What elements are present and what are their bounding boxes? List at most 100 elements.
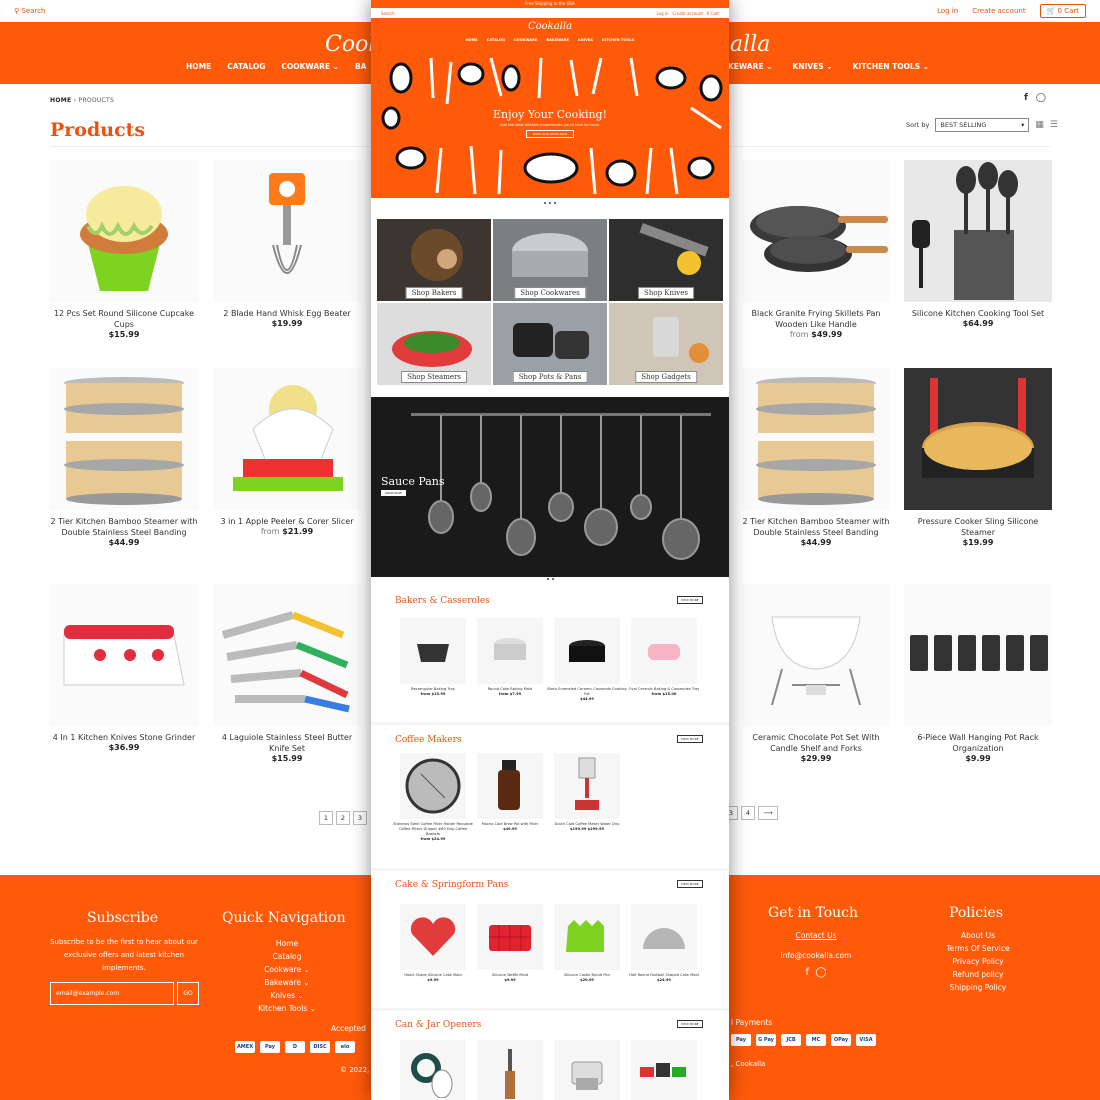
nav-catalog[interactable]: CATALOG <box>227 62 265 71</box>
featured-product[interactable]: Heart Shape Silicone Cake Mold $9.99 <box>393 904 473 982</box>
product-card[interactable]: 4 Laguiole Stainless Steel Butter Knife … <box>213 584 361 763</box>
footer-link-about[interactable]: About Us <box>928 929 1028 942</box>
tile-bakers[interactable]: Shop Bakers <box>377 219 491 301</box>
product-image[interactable] <box>631 904 697 970</box>
featured-product[interactable]: Black Enameled Ceramic Casserole Cooking… <box>547 618 627 701</box>
center-create-link[interactable]: Create account <box>672 11 703 16</box>
product-card[interactable]: 2 Blade Hand Whisk Egg Beater $19.99 <box>213 160 361 328</box>
product-image[interactable] <box>213 584 361 726</box>
product-image[interactable] <box>742 160 890 302</box>
featured-product[interactable]: Dutch Cold Coffee Maker Water Drip $199.9… <box>547 753 627 831</box>
nav-home[interactable]: HOME <box>186 62 211 71</box>
page-link[interactable]: 2 <box>336 811 350 825</box>
footer-link-privacy[interactable]: Privacy Policy <box>928 955 1028 968</box>
product-image[interactable] <box>631 1040 697 1100</box>
product-name[interactable]: 3 in 1 Apple Peeler & Corer Slicer <box>213 516 361 527</box>
grid-view-icon[interactable]: ▦ <box>1035 120 1044 130</box>
product-name[interactable]: 2 Blade Hand Whisk Egg Beater <box>213 308 361 319</box>
instagram-icon[interactable]: ◯ <box>815 967 826 978</box>
center-cart-link[interactable]: 0 Cart <box>707 11 719 16</box>
page-link[interactable]: 3 <box>353 811 367 825</box>
footer-link-shipping[interactable]: Shipping Policy <box>928 981 1028 994</box>
featured-product[interactable]: Mocha Cold Brew Pot with Filter $49.99 <box>470 753 550 831</box>
product-image[interactable] <box>477 904 543 970</box>
product-name[interactable]: Black Enameled Ceramic Casserole Cooking… <box>547 687 627 697</box>
footer-link-bakeware[interactable]: Bakeware ⌄ <box>236 976 338 989</box>
search-link[interactable]: ⚲ Search <box>14 7 45 15</box>
tile-steamers[interactable]: Shop Steamers <box>377 303 491 385</box>
footer-link-home[interactable]: Home <box>236 937 338 950</box>
view-more-button[interactable]: VIEW MORE <box>677 1020 703 1028</box>
product-card[interactable]: Silicone Kitchen Cooking Tool Set $64.99 <box>904 160 1052 328</box>
product-image[interactable] <box>477 1040 543 1100</box>
view-more-button[interactable]: VIEW MORE <box>677 596 703 604</box>
center-login-link[interactable]: Log in <box>657 11 669 16</box>
footer-link-catalog[interactable]: Catalog <box>236 950 338 963</box>
view-more-button[interactable]: VIEW MORE <box>677 880 703 888</box>
product-image[interactable] <box>50 160 198 302</box>
product-image[interactable] <box>400 618 466 684</box>
create-account-link[interactable]: Create account <box>972 7 1025 15</box>
nav-knives[interactable]: KNIVES ⌄ <box>792 62 832 71</box>
featured-product[interactable]: Oval Ceramic Baking & Casseroles Tray fro… <box>624 618 704 696</box>
product-image[interactable] <box>554 618 620 684</box>
sauce-pans-shop-button[interactable]: SHOP NOW <box>381 490 406 496</box>
product-name[interactable]: Silicone Kitchen Cooking Tool Set <box>904 308 1052 319</box>
product-name[interactable]: Black Granite Frying Skillets Pan Wooden… <box>742 308 890 330</box>
product-image[interactable] <box>400 904 466 970</box>
email-link[interactable]: info@cookalla.com <box>766 949 866 962</box>
product-image[interactable] <box>631 618 697 684</box>
product-name[interactable]: 4 Laguiole Stainless Steel Butter Knife … <box>213 732 361 754</box>
product-card[interactable]: 4 In 1 Kitchen Knives Stone Grinder $36.… <box>50 584 198 752</box>
cart-button[interactable]: 🛒 0 Cart <box>1039 4 1086 18</box>
product-card[interactable]: 3 in 1 Apple Peeler & Corer Slicer from … <box>213 368 361 536</box>
product-image[interactable] <box>904 160 1052 302</box>
product-image[interactable] <box>554 904 620 970</box>
product-image[interactable] <box>742 368 890 510</box>
product-card[interactable]: 2 Tier Kitchen Bamboo Steamer with Doubl… <box>50 368 198 547</box>
featured-product[interactable] <box>470 1040 550 1100</box>
footer-link-refund[interactable]: Refund policy <box>928 968 1028 981</box>
nav-bakeware-tail[interactable]: KEWARE ⌄ <box>728 62 772 71</box>
sauce-pans-banner[interactable]: Sauce Pans SHOP NOW <box>371 397 729 577</box>
footer-link-cookware[interactable]: Cookware ⌄ <box>236 963 338 976</box>
product-image[interactable] <box>477 753 543 819</box>
instagram-icon[interactable]: ◯ <box>1036 93 1046 103</box>
email-field[interactable]: email@example.com <box>50 982 174 1005</box>
product-image[interactable] <box>904 368 1052 510</box>
tile-gadgets[interactable]: Shop Gadgets <box>609 303 723 385</box>
footer-link-kitchen-tools[interactable]: Kitchen Tools ⌄ <box>236 1002 338 1015</box>
product-image[interactable] <box>904 584 1052 726</box>
product-card[interactable]: Black Granite Frying Skillets Pan Wooden… <box>742 160 890 339</box>
product-name[interactable]: Pressure Cooker Sling Silicone Steamer <box>904 516 1052 538</box>
next-page-arrow[interactable]: ⟶ <box>758 806 778 820</box>
tile-pots-pans[interactable]: Shop Pots & Pans <box>493 303 607 385</box>
featured-product[interactable] <box>624 1040 704 1100</box>
featured-product[interactable]: Round Cake Baking Mold from $7.99 <box>470 618 550 696</box>
product-name[interactable]: 2 Tier Kitchen Bamboo Steamer with Doubl… <box>742 516 890 538</box>
product-image[interactable] <box>50 584 198 726</box>
featured-product[interactable]: Silicone Waffle Mold $9.99 <box>470 904 550 982</box>
featured-product[interactable] <box>547 1040 627 1100</box>
product-image[interactable] <box>400 753 466 819</box>
product-image[interactable] <box>213 160 361 302</box>
facebook-icon[interactable]: f <box>805 967 809 978</box>
nav-bakeware[interactable]: BA <box>355 62 367 71</box>
product-image[interactable] <box>50 368 198 510</box>
hero-slider-dots[interactable] <box>544 202 556 204</box>
hero-shop-button[interactable]: SHOP OUR ITEMS NOW <box>526 130 574 138</box>
featured-product[interactable]: Half Round Football Shaped Cake Mold $24.… <box>624 904 704 982</box>
product-name[interactable]: Ceramic Chocolate Pot Set With Candle Sh… <box>742 732 890 754</box>
product-card[interactable]: 12 Pcs Set Round Silicone Cupcake Cups $… <box>50 160 198 339</box>
subscribe-button[interactable]: GO <box>177 982 199 1005</box>
footer-link-knives[interactable]: Knives ⌄ <box>236 989 338 1002</box>
nav-cookware[interactable]: COOKWARE ⌄ <box>281 62 339 71</box>
nav-kitchen-tools[interactable]: KITCHEN TOOLS ⌄ <box>853 62 929 71</box>
product-image[interactable] <box>477 618 543 684</box>
list-view-icon[interactable]: ☰ <box>1050 120 1058 130</box>
product-image[interactable] <box>400 1040 466 1100</box>
featured-product[interactable]: Silicone Castle Bundt Pan $20.99 <box>547 904 627 982</box>
product-name[interactable]: 4 In 1 Kitchen Knives Stone Grinder <box>50 732 198 743</box>
center-search-link[interactable]: Search <box>381 11 395 16</box>
product-image[interactable] <box>742 584 890 726</box>
